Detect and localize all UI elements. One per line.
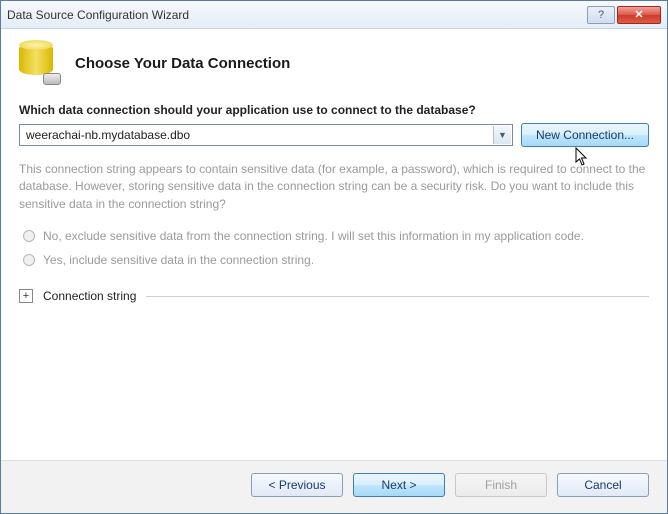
help-icon: ? xyxy=(598,9,604,21)
window-title: Data Source Configuration Wizard xyxy=(7,8,587,22)
sensitive-data-info: This connection string appears to contai… xyxy=(19,161,649,213)
radio-include-label: Yes, include sensitive data in the conne… xyxy=(43,253,314,267)
wizard-footer: < Previous Next > Finish Cancel xyxy=(1,460,667,513)
expand-button[interactable]: + xyxy=(19,289,33,303)
page-title: Choose Your Data Connection xyxy=(75,55,290,72)
cancel-button[interactable]: Cancel xyxy=(557,473,649,497)
new-connection-button[interactable]: New Connection... xyxy=(521,123,649,147)
wizard-content: Which data connection should your applic… xyxy=(1,103,667,460)
radio-exclude xyxy=(23,230,35,242)
database-icon xyxy=(19,41,59,85)
previous-label: < Previous xyxy=(268,478,325,492)
close-icon: ✕ xyxy=(634,8,643,21)
separator-line xyxy=(146,296,649,297)
titlebar-buttons: ? ✕ xyxy=(587,6,661,24)
connection-string-expander: + Connection string xyxy=(19,289,649,303)
titlebar: Data Source Configuration Wizard ? ✕ xyxy=(1,1,667,29)
radio-exclude-label: No, exclude sensitive data from the conn… xyxy=(43,229,584,243)
cancel-label: Cancel xyxy=(584,478,621,492)
plus-icon: + xyxy=(23,291,29,302)
connection-dropdown-value: weerachai-nb.mydatabase.dbo xyxy=(26,128,190,142)
next-button[interactable]: Next > xyxy=(353,473,445,497)
wizard-window: Data Source Configuration Wizard ? ✕ Cho… xyxy=(0,0,668,514)
wizard-header: Choose Your Data Connection xyxy=(1,29,667,103)
new-connection-label: New Connection... xyxy=(536,128,634,142)
finish-label: Finish xyxy=(485,478,517,492)
help-button[interactable]: ? xyxy=(587,6,615,24)
connection-row: weerachai-nb.mydatabase.dbo ▼ New Connec… xyxy=(19,123,649,147)
radio-include xyxy=(23,254,35,266)
expander-label: Connection string xyxy=(43,289,136,303)
next-label: Next > xyxy=(381,478,416,492)
radio-include-row: Yes, include sensitive data in the conne… xyxy=(23,253,649,267)
connection-question: Which data connection should your applic… xyxy=(19,103,649,117)
previous-button[interactable]: < Previous xyxy=(251,473,343,497)
finish-button: Finish xyxy=(455,473,547,497)
connection-dropdown[interactable]: weerachai-nb.mydatabase.dbo ▼ xyxy=(19,124,513,146)
radio-exclude-row: No, exclude sensitive data from the conn… xyxy=(23,229,649,243)
close-button[interactable]: ✕ xyxy=(617,6,661,24)
chevron-down-icon: ▼ xyxy=(493,126,511,144)
